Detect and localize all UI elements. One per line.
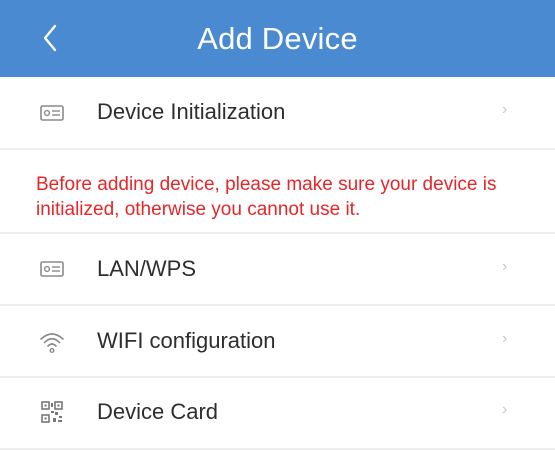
initialization-notice: Before adding device, please make sure y…: [36, 174, 497, 220]
divider: [0, 448, 555, 450]
menu-item-device-card[interactable]: Device Card ›: [0, 378, 555, 448]
chevron-right-icon: ›: [502, 101, 508, 118]
chevron-right-icon: ›: [502, 330, 508, 347]
chevron-right-icon: ›: [502, 258, 508, 275]
menu-item-device-initialization[interactable]: Device Initialization ›: [0, 77, 555, 148]
chevron-right-icon: ›: [502, 401, 508, 418]
qr-code-icon: [38, 398, 66, 426]
device-card-icon: [38, 255, 66, 283]
page-title: Add Device: [197, 21, 358, 56]
device-card-icon: [38, 99, 66, 127]
app-header: Add Device: [0, 0, 555, 77]
menu-item-wifi-configuration[interactable]: WIFI configuration ›: [0, 306, 555, 376]
menu-item-lan-wps[interactable]: LAN/WPS ›: [0, 234, 555, 304]
menu-item-label: Device Card: [97, 399, 219, 424]
divider: [0, 148, 555, 150]
wifi-icon: [38, 328, 66, 356]
menu-item-label: Device Initialization: [97, 99, 286, 124]
menu-item-label: LAN/WPS: [97, 256, 197, 281]
menu-item-label: WIFI configuration: [97, 328, 276, 353]
